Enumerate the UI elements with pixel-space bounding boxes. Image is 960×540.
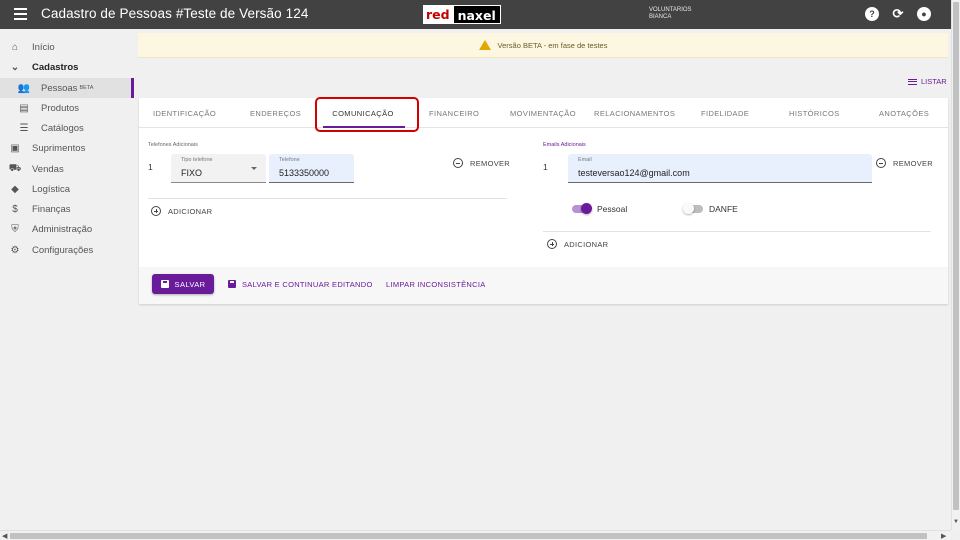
save-button[interactable]: SALVAR xyxy=(152,274,214,294)
save-icon xyxy=(228,280,236,288)
cart-icon: ⛟ xyxy=(8,162,22,174)
sidebar-item-vendas[interactable]: ⛟ Vendas xyxy=(0,159,134,179)
sidebar-item-configuracoes[interactable]: ⚙ Configurações xyxy=(0,240,134,260)
email-add-button[interactable]: ADICIONAR xyxy=(547,239,608,249)
form-card: IDENTIFICAÇÃO ENDEREÇOS COMUNICAÇÃO FINA… xyxy=(139,98,948,304)
email-input[interactable]: Email testeversao124@gmail.com xyxy=(568,154,872,183)
people-icon: 👥 xyxy=(17,82,31,94)
phone-input[interactable]: Telefone 5133350000 xyxy=(269,154,354,183)
horizontal-scrollbar[interactable]: ◀ ▶ xyxy=(0,530,951,540)
gear-icon: ⚙ xyxy=(10,244,20,256)
remove-circle-icon xyxy=(453,158,463,168)
divider xyxy=(543,231,931,232)
divider xyxy=(148,198,507,199)
beta-badge: BETA xyxy=(79,85,94,91)
scroll-thumb[interactable] xyxy=(953,2,959,510)
danfe-toggle[interactable] xyxy=(683,203,703,214)
phone-remove-button[interactable]: REMOVER xyxy=(453,158,510,168)
tab-anotacoes[interactable]: ANOTAÇÕES xyxy=(879,98,929,128)
warning-icon xyxy=(478,40,491,50)
sidebar-item-logistica[interactable]: ◆ Logística xyxy=(0,179,134,199)
add-circle-icon xyxy=(547,239,557,249)
emails-section-label: Emails Adicionais xyxy=(543,142,586,148)
shield-icon: ⛨ xyxy=(11,223,19,235)
scroll-thumb[interactable] xyxy=(10,533,927,539)
top-app-bar: Cadastro de Pessoas #Teste de Versão 124… xyxy=(0,0,951,29)
list-icon: ☰ xyxy=(19,122,29,134)
dropdown-arrow-icon xyxy=(251,167,257,170)
phone-row-number: 1 xyxy=(148,162,153,172)
tab-bar: IDENTIFICAÇÃO ENDEREÇOS COMUNICAÇÃO FINA… xyxy=(139,98,948,128)
briefcase-icon: ▣ xyxy=(10,142,20,154)
sidebar-item-financas[interactable]: $ Finanças xyxy=(0,199,134,219)
dollar-icon: $ xyxy=(12,203,18,215)
list-icon xyxy=(908,78,917,85)
sidebar-item-administracao[interactable]: ⛨ Administração xyxy=(0,219,134,239)
menu-icon[interactable] xyxy=(14,8,27,21)
highlight-box xyxy=(315,97,419,132)
page-title: Cadastro de Pessoas #Teste de Versão 124 xyxy=(41,6,309,21)
sidebar-item-cadastros[interactable]: ⌄ Cadastros xyxy=(0,57,134,77)
phones-section-label: Telefones Adicionais xyxy=(148,142,198,148)
sidebar-item-suprimentos[interactable]: ▣ Suprimentos xyxy=(0,138,134,158)
tab-movimentacao[interactable]: MOVIMENTAÇÃO xyxy=(510,98,576,128)
book-icon: ▤ xyxy=(19,102,29,114)
pessoal-label: Pessoal xyxy=(597,204,628,214)
phone-type-select[interactable]: Tipo telefone FIXO xyxy=(171,154,266,183)
add-circle-icon xyxy=(151,206,161,216)
sidebar-item-pessoas[interactable]: 👥 Pessoas BETA xyxy=(0,78,134,98)
save-icon xyxy=(160,280,169,288)
tab-enderecos[interactable]: ENDEREÇOS xyxy=(250,98,301,128)
user-info: VOLUNTARIOS BIANCA xyxy=(649,7,692,20)
save-continue-button[interactable]: SALVAR E CONTINUAR EDITANDO xyxy=(228,274,373,294)
account-icon[interactable]: ● xyxy=(917,7,931,21)
rednaxel-logo: red naxel xyxy=(423,5,501,24)
email-remove-button[interactable]: REMOVER xyxy=(876,158,933,168)
sidebar-item-catalogos[interactable]: ☰ Catálogos xyxy=(0,118,134,138)
remove-circle-icon xyxy=(876,158,886,168)
tab-identificacao[interactable]: IDENTIFICAÇÃO xyxy=(153,98,216,128)
clear-inconsistency-button[interactable]: LIMPAR INCONSISTÊNCIA xyxy=(386,274,486,294)
help-icon[interactable]: ? xyxy=(865,7,879,21)
sidebar: ⌂ Início ⌄ Cadastros 👥 Pessoas BETA ▤ Pr… xyxy=(0,29,138,529)
scroll-down-icon[interactable]: ▼ xyxy=(953,519,959,525)
pessoal-toggle[interactable] xyxy=(572,203,592,214)
tab-historicos[interactable]: HISTÓRICOS xyxy=(789,98,839,128)
vertical-scrollbar[interactable]: ▼ xyxy=(951,0,960,530)
scroll-left-icon[interactable]: ◀ xyxy=(2,532,7,540)
email-row-number: 1 xyxy=(543,162,548,172)
form-footer: SALVAR SALVAR E CONTINUAR EDITANDO LIMPA… xyxy=(139,267,948,304)
danfe-label: DANFE xyxy=(709,204,738,214)
sidebar-item-inicio[interactable]: ⌂ Início xyxy=(0,37,134,57)
diamond-icon: ◆ xyxy=(11,183,19,195)
listar-button[interactable]: LISTAR xyxy=(908,77,947,86)
beta-notice: Versão BETA - em fase de testes xyxy=(138,33,948,58)
scroll-right-icon[interactable]: ▶ xyxy=(941,532,946,540)
home-icon: ⌂ xyxy=(11,41,19,53)
tab-relacionamentos[interactable]: RELACIONAMENTOS xyxy=(594,98,675,128)
refresh-icon[interactable]: ⟳ xyxy=(891,6,905,21)
phone-add-button[interactable]: ADICIONAR xyxy=(151,206,212,216)
tab-fidelidade[interactable]: FIDELIDADE xyxy=(701,98,749,128)
sidebar-item-produtos[interactable]: ▤ Produtos xyxy=(0,98,134,118)
tab-financeiro[interactable]: FINANCEIRO xyxy=(429,98,479,128)
chevron-down-icon: ⌄ xyxy=(10,61,20,73)
